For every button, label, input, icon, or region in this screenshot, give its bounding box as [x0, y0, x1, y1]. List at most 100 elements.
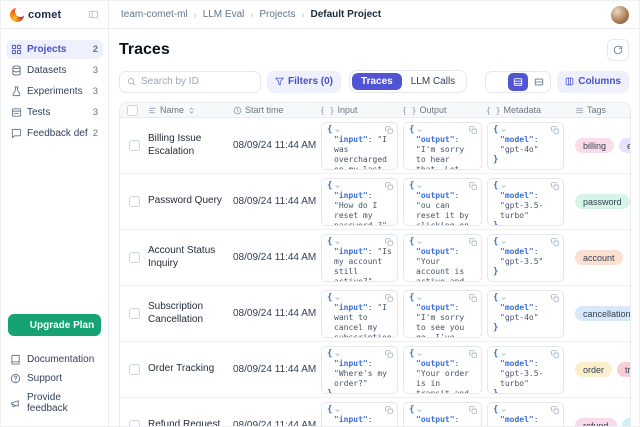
table-row[interactable]: Billing Issue Escalation 08/09/24 11:44 …	[120, 118, 630, 174]
table-row[interactable]: Refund Request 08/09/24 11:44 AM { "inpu…	[120, 398, 630, 427]
column-header-tags[interactable]: Tags	[568, 105, 630, 115]
copy-icon[interactable]	[469, 238, 477, 246]
copy-icon[interactable]	[469, 126, 477, 134]
row-checkbox[interactable]	[129, 252, 140, 263]
input-json-cell[interactable]: { "input": "I want to cancel my subscrip…	[321, 290, 398, 338]
column-header-output[interactable]: { } Output	[402, 105, 486, 115]
chevron-down-icon[interactable]	[334, 295, 341, 302]
sidebar-item-projects[interactable]: Projects 2	[6, 40, 103, 59]
output-json-cell[interactable]: { "output": "I'm sorry to hear that. Let…	[403, 122, 482, 170]
refresh-button[interactable]	[607, 39, 629, 61]
upgrade-plan-button[interactable]: Upgrade Plan	[8, 314, 101, 336]
input-json-cell[interactable]: { "input": "Can I get a refund for my la…	[321, 402, 398, 427]
trace-name[interactable]: Account Status Inquiry	[148, 245, 233, 270]
row-checkbox[interactable]	[129, 420, 140, 427]
column-header-name[interactable]: Name	[148, 105, 233, 115]
copy-icon[interactable]	[551, 350, 559, 358]
input-json-cell[interactable]: { "input": "I was overcharged on my last…	[321, 122, 398, 170]
search-box[interactable]	[119, 71, 261, 93]
chevron-down-icon[interactable]	[416, 351, 423, 358]
sidebar-item-datasets[interactable]: Datasets 3	[6, 61, 103, 80]
chevron-down-icon[interactable]	[500, 239, 507, 246]
tag[interactable]: password	[575, 194, 630, 209]
metadata-json-cell[interactable]: { "model": "gpt-3.5" }	[487, 234, 564, 282]
column-header-start-time[interactable]: Start time	[233, 105, 320, 115]
table-row[interactable]: Order Tracking 08/09/24 11:44 AM { "inpu…	[120, 342, 630, 398]
copy-icon[interactable]	[551, 182, 559, 190]
copy-icon[interactable]	[385, 294, 393, 302]
density-large-button[interactable]	[529, 73, 549, 91]
chevron-down-icon[interactable]	[416, 407, 423, 414]
trace-name[interactable]: Password Query	[148, 195, 233, 208]
copy-icon[interactable]	[469, 182, 477, 190]
copy-icon[interactable]	[385, 238, 393, 246]
copy-icon[interactable]	[385, 182, 393, 190]
output-json-cell[interactable]: { "output": "Your account is active and …	[403, 234, 482, 282]
chevron-down-icon[interactable]	[416, 183, 423, 190]
row-checkbox[interactable]	[129, 364, 140, 375]
column-header-metadata[interactable]: { } Metadata	[486, 105, 568, 115]
copy-icon[interactable]	[469, 350, 477, 358]
tag[interactable]: billing	[575, 138, 614, 153]
metadata-json-cell[interactable]: { "model": "gpt-4o" }	[487, 122, 564, 170]
tag[interactable]: account	[575, 250, 623, 265]
output-json-cell[interactable]: { "output": "Your order is in transit an…	[403, 346, 482, 394]
input-json-cell[interactable]: { "input": "How do I reset my password ?…	[321, 178, 398, 226]
copy-icon[interactable]	[469, 294, 477, 302]
breadcrumb-workspace[interactable]: team-comet-ml	[121, 9, 188, 20]
chevron-down-icon[interactable]	[334, 407, 341, 414]
sidebar-collapse-icon[interactable]	[88, 9, 99, 20]
copy-icon[interactable]	[385, 350, 393, 358]
comet-logo[interactable]: comet	[10, 8, 61, 22]
tag[interactable]: cancellation	[575, 306, 630, 321]
copy-icon[interactable]	[385, 406, 393, 414]
tag[interactable]: order	[575, 362, 612, 377]
sidebar-item-experiments[interactable]: Experiments 3	[6, 82, 103, 101]
copy-icon[interactable]	[551, 126, 559, 134]
filters-button[interactable]: Filters (0)	[267, 71, 341, 93]
sidebar-item-support[interactable]: Support	[8, 369, 101, 388]
columns-button[interactable]: Columns	[557, 71, 629, 93]
chevron-down-icon[interactable]	[416, 295, 423, 302]
output-json-cell[interactable]: { "output": "ou can reset it by clicking…	[403, 178, 482, 226]
chevron-down-icon[interactable]	[500, 407, 507, 414]
user-avatar[interactable]	[611, 6, 629, 24]
sidebar-item-provide-feedback[interactable]: Provide feedback	[8, 388, 101, 418]
table-row[interactable]: Password Query 08/09/24 11:44 AM { "inpu…	[120, 174, 630, 230]
select-all-checkbox[interactable]	[127, 105, 138, 116]
metadata-json-cell[interactable]: { "model": "gpt-3.5" }	[487, 402, 564, 427]
chevron-down-icon[interactable]	[334, 127, 341, 134]
copy-icon[interactable]	[385, 126, 393, 134]
column-header-input[interactable]: { } Input	[320, 105, 402, 115]
tab-llm-calls[interactable]: LLM Calls	[402, 73, 464, 90]
chevron-down-icon[interactable]	[500, 183, 507, 190]
input-json-cell[interactable]: { "input": "Is my account still active?"…	[321, 234, 398, 282]
table-row[interactable]: Subscription Cancellation 08/09/24 11:44…	[120, 286, 630, 342]
chevron-down-icon[interactable]	[416, 127, 423, 134]
chevron-down-icon[interactable]	[416, 239, 423, 246]
row-checkbox[interactable]	[129, 308, 140, 319]
copy-icon[interactable]	[551, 294, 559, 302]
table-row[interactable]: Account Status Inquiry 08/09/24 11:44 AM…	[120, 230, 630, 286]
metadata-json-cell[interactable]: { "model": "gpt-4o" }	[487, 290, 564, 338]
breadcrumb-projects[interactable]: Projects	[259, 9, 295, 20]
tag[interactable]: escalation	[619, 138, 630, 153]
chevron-down-icon[interactable]	[500, 127, 507, 134]
row-checkbox[interactable]	[129, 140, 140, 151]
copy-icon[interactable]	[469, 406, 477, 414]
tab-traces[interactable]: Traces	[352, 73, 402, 90]
chevron-down-icon[interactable]	[334, 239, 341, 246]
breadcrumb-llm-eval[interactable]: LLM Eval	[203, 9, 245, 20]
sidebar-item-tests[interactable]: Tests 3	[6, 103, 103, 122]
density-medium-button[interactable]	[508, 73, 528, 91]
output-json-cell[interactable]: { "output": "I'm sorry to see you go. I'…	[403, 290, 482, 338]
density-compact-button[interactable]	[487, 73, 507, 91]
tag[interactable]: tracking	[617, 362, 630, 377]
output-json-cell[interactable]: { "output": "I've submitted your refund …	[403, 402, 482, 427]
tag[interactable]: refund	[575, 418, 617, 427]
copy-icon[interactable]	[551, 238, 559, 246]
trace-name[interactable]: Subscription Cancellation	[148, 301, 233, 326]
sidebar-item-feedback-definitions[interactable]: Feedback definitions 2	[6, 124, 103, 143]
row-checkbox[interactable]	[129, 196, 140, 207]
trace-name[interactable]: Order Tracking	[148, 363, 233, 376]
